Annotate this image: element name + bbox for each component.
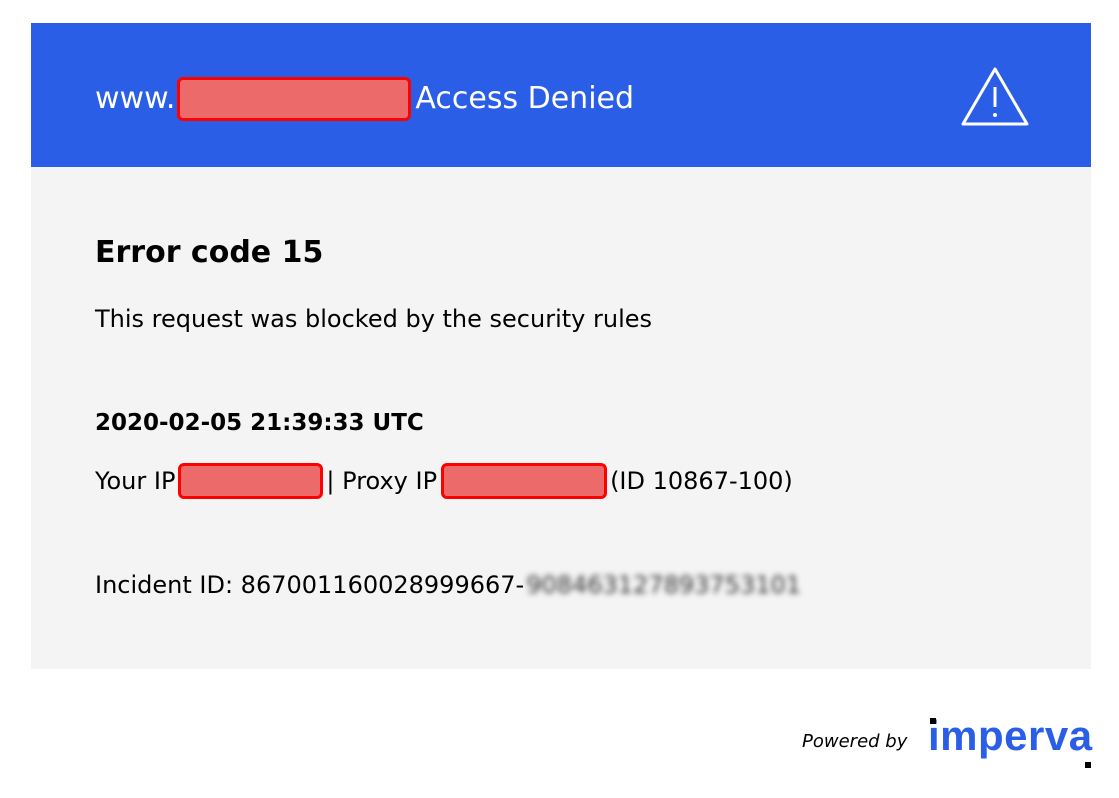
error-message: This request was blocked by the security… [95,305,653,333]
request-id: (ID 10867-100) [610,467,793,495]
powered-by-text: Powered by [802,731,908,752]
imperva-logo[interactable]: imperva [928,712,1093,760]
warning-triangle-icon [961,67,1029,126]
redacted-domain [177,77,412,121]
logo-dot-top [930,718,936,724]
error-code-heading: Error code 15 [95,235,324,270]
ip-info-line: Your IP | Proxy IP (ID 10867-100) [95,463,793,499]
error-panel: Error code 15 This request was blocked b… [31,167,1091,669]
redacted-proxy-ip [441,463,608,499]
access-denied-text: Access Denied [415,81,635,116]
header-banner: www. Access Denied [31,23,1091,167]
redacted-your-ip [178,463,324,499]
timestamp: 2020-02-05 21:39:33 UTC [95,410,424,436]
incident-id-label: Incident ID: 867001160028999667- [95,571,525,599]
incident-id: Incident ID: 867001160028999667- 9084631… [95,569,801,601]
page-title: www. Access Denied [95,77,635,121]
proxy-ip-label: | Proxy IP [326,467,438,495]
domain-prefix: www. [95,81,176,116]
logo-dot-bottom [1085,762,1091,768]
incident-id-blurred-suffix: 908463127893753101 [526,571,802,599]
your-ip-label: Your IP [95,467,176,495]
